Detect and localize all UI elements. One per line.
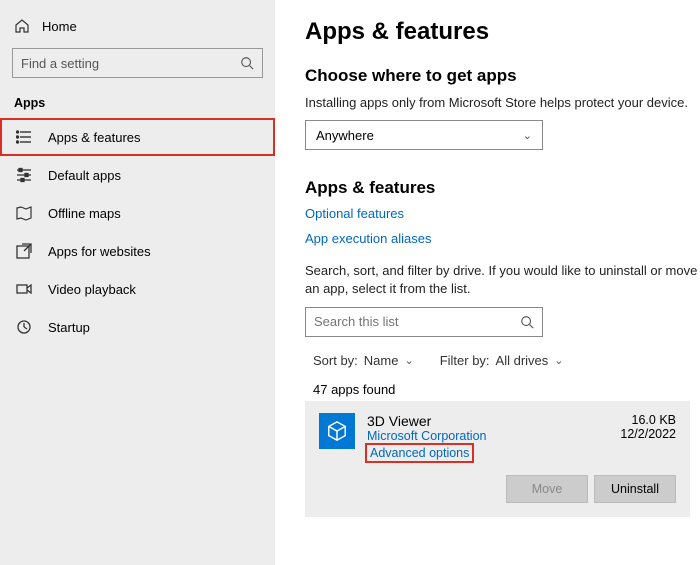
find-setting-input[interactable] — [21, 56, 240, 71]
map-icon — [16, 205, 32, 221]
video-icon — [16, 281, 32, 297]
filter-by-selector[interactable]: Filter by: All drives ⌄ — [440, 353, 564, 368]
optional-features-link[interactable]: Optional features — [305, 206, 404, 221]
home-label: Home — [42, 19, 77, 34]
app-list-search[interactable] — [305, 307, 543, 337]
app-size: 16.0 KB — [620, 413, 676, 427]
app-card-3d-viewer[interactable]: 3D Viewer Microsoft Corporation Advanced… — [305, 401, 690, 517]
sidebar-item-label: Offline maps — [48, 206, 121, 221]
sidebar-item-offline-maps[interactable]: Offline maps — [0, 194, 275, 232]
search-icon — [240, 56, 254, 70]
sidebar-item-apps-features[interactable]: Apps & features — [0, 118, 275, 156]
list-description: Search, sort, and filter by drive. If yo… — [305, 262, 700, 298]
home-link[interactable]: Home — [0, 10, 275, 42]
startup-icon — [16, 319, 32, 335]
chevron-down-icon: ⌄ — [404, 354, 413, 367]
app-date: 12/2/2022 — [620, 427, 676, 441]
app-publisher: Microsoft Corporation — [367, 429, 608, 443]
sidebar-item-startup[interactable]: Startup — [0, 308, 275, 346]
home-icon — [14, 18, 30, 34]
apps-count: 47 apps found — [305, 374, 700, 401]
choose-heading: Choose where to get apps — [305, 66, 700, 86]
advanced-options-link[interactable]: Advanced options — [367, 445, 472, 461]
section-heading: Apps — [0, 82, 275, 118]
uninstall-button[interactable]: Uninstall — [594, 475, 676, 503]
list-icon — [16, 129, 32, 145]
app-icon-3d-viewer — [319, 413, 355, 449]
apps-features-heading: Apps & features — [305, 178, 700, 198]
app-name: 3D Viewer — [367, 413, 608, 429]
app-list-search-input[interactable] — [314, 314, 520, 329]
choose-description: Installing apps only from Microsoft Stor… — [305, 94, 700, 112]
sidebar-item-video-playback[interactable]: Video playback — [0, 270, 275, 308]
sort-by-value: Name — [364, 353, 399, 368]
find-setting-search[interactable] — [12, 48, 263, 78]
sidebar-item-label: Apps & features — [48, 130, 141, 145]
app-source-select[interactable]: Anywhere ⌄ — [305, 120, 543, 150]
filter-by-value: All drives — [496, 353, 549, 368]
sidebar-item-label: Apps for websites — [48, 244, 151, 259]
sidebar-item-label: Startup — [48, 320, 90, 335]
sidebar-item-default-apps[interactable]: Default apps — [0, 156, 275, 194]
app-source-value: Anywhere — [316, 128, 374, 143]
sidebar-item-label: Video playback — [48, 282, 136, 297]
filter-by-label: Filter by: — [440, 353, 490, 368]
app-execution-aliases-link[interactable]: App execution aliases — [305, 231, 431, 246]
sidebar: Home Apps Apps & features — [0, 0, 275, 565]
page-title: Apps & features — [305, 18, 700, 46]
sidebar-item-apps-websites[interactable]: Apps for websites — [0, 232, 275, 270]
sort-by-label: Sort by: — [313, 353, 358, 368]
open-icon — [16, 243, 32, 259]
search-icon — [520, 315, 534, 329]
chevron-down-icon: ⌄ — [554, 354, 563, 367]
chevron-down-icon: ⌄ — [523, 129, 532, 142]
defaults-icon — [16, 167, 32, 183]
sort-by-selector[interactable]: Sort by: Name ⌄ — [313, 353, 414, 368]
move-button: Move — [506, 475, 588, 503]
content-pane: Apps & features Choose where to get apps… — [275, 0, 700, 565]
sidebar-item-label: Default apps — [48, 168, 121, 183]
